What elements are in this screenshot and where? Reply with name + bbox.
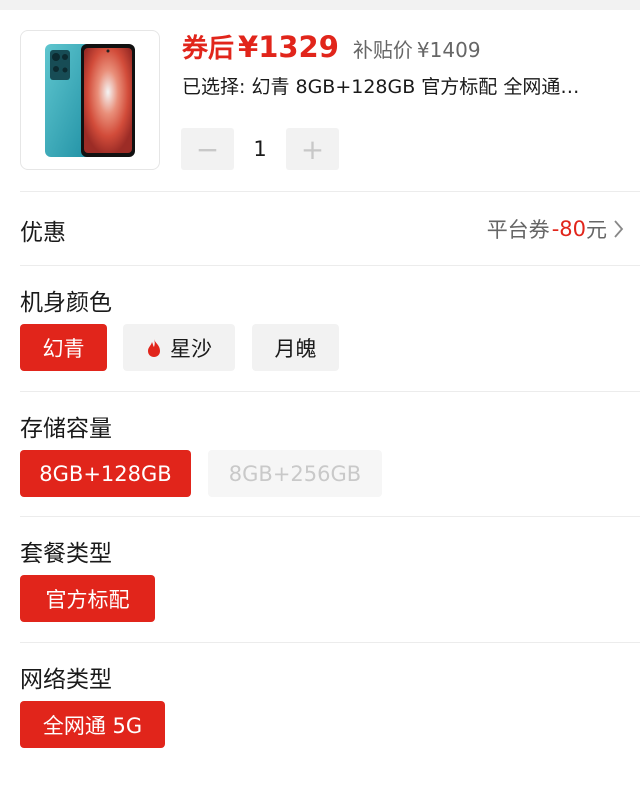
coupon-selector[interactable]: 平台券 -80 元 bbox=[487, 213, 624, 245]
coupon-value: -80 bbox=[551, 217, 586, 241]
divider bbox=[20, 391, 640, 392]
color-option-huanqing[interactable]: 幻青 bbox=[20, 324, 107, 371]
minus-icon: − bbox=[195, 132, 220, 166]
increment-button[interactable]: + bbox=[286, 128, 339, 170]
decrement-button[interactable]: − bbox=[181, 128, 234, 170]
network-title: 网络类型 bbox=[20, 667, 112, 693]
price-line: 券后 ¥1329 补贴价 ¥1409 bbox=[182, 28, 481, 64]
color-option-xingsha[interactable]: 星沙 bbox=[123, 324, 235, 371]
storage-title: 存储容量 bbox=[20, 416, 112, 442]
storage-option-label: 8GB+256GB bbox=[228, 461, 362, 486]
storage-option-label: 8GB+128GB bbox=[39, 461, 172, 486]
divider bbox=[20, 642, 640, 643]
color-option-label: 星沙 bbox=[170, 336, 212, 361]
original-price: ¥1409 bbox=[416, 38, 481, 62]
coupon-title: 优惠 bbox=[20, 220, 66, 246]
color-title: 机身颜色 bbox=[20, 290, 112, 316]
package-option-official[interactable]: 官方标配 bbox=[20, 575, 155, 622]
package-option-label: 官方标配 bbox=[45, 587, 130, 612]
original-price-label: 补贴价 bbox=[352, 38, 413, 62]
coupon-label: 平台券 bbox=[486, 218, 550, 242]
phone-image bbox=[45, 44, 135, 157]
storage-option-256: 8GB+256GB bbox=[208, 450, 382, 497]
storage-option-128[interactable]: 8GB+128GB bbox=[20, 450, 191, 497]
divider bbox=[20, 516, 640, 517]
flame-icon bbox=[146, 338, 162, 358]
divider bbox=[20, 265, 640, 266]
product-image[interactable] bbox=[20, 30, 160, 170]
selected-summary: 已选择: 幻青 8GB+128GB 官方标配 全网通… bbox=[182, 76, 580, 98]
coupon-price: ¥1329 bbox=[238, 30, 339, 64]
color-option-label: 月魄 bbox=[274, 336, 317, 361]
coupon-unit: 元 bbox=[586, 218, 607, 242]
top-strip bbox=[0, 0, 640, 10]
chevron-right-icon bbox=[613, 219, 624, 239]
quantity-value[interactable]: 1 bbox=[234, 128, 286, 170]
package-title: 套餐类型 bbox=[20, 541, 112, 567]
divider bbox=[20, 191, 640, 192]
plus-icon: + bbox=[300, 132, 325, 166]
network-option-label: 全网通 5G bbox=[42, 713, 143, 738]
network-option-5g[interactable]: 全网通 5G bbox=[20, 701, 165, 748]
coupon-price-prefix: 券后 bbox=[182, 34, 235, 64]
color-option-yuepo[interactable]: 月魄 bbox=[252, 324, 339, 371]
color-option-label: 幻青 bbox=[42, 336, 85, 361]
